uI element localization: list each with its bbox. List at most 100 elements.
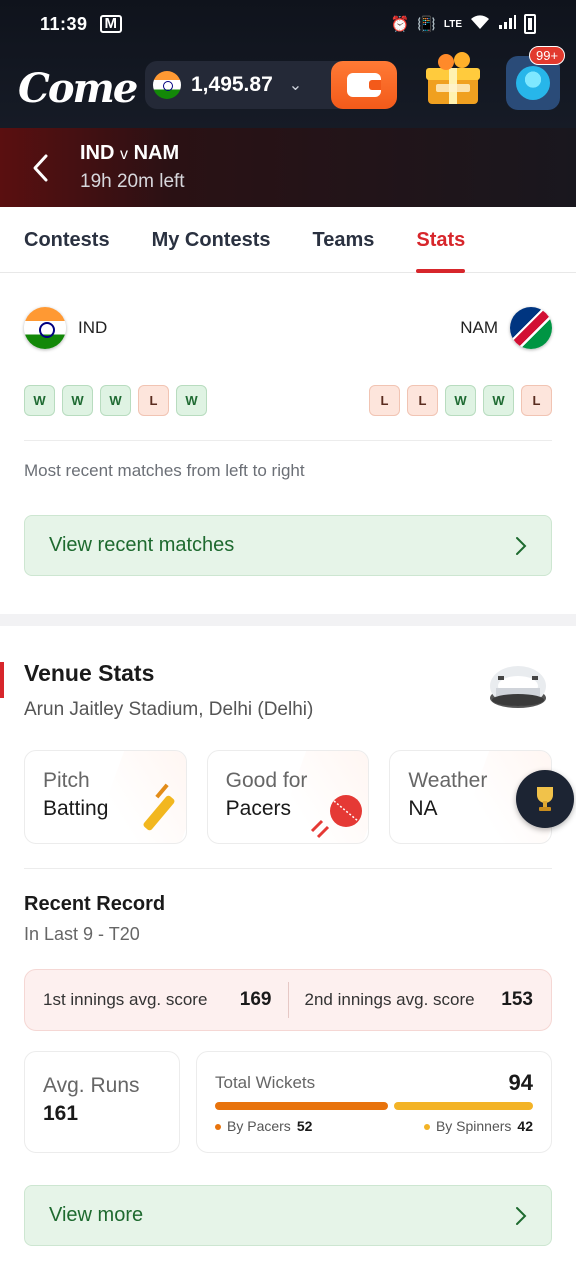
cricket-ball-icon — [311, 795, 363, 839]
wallet-icon — [347, 73, 381, 97]
venue-section: Venue Stats Arun Jaitley Stadium, Delhi … — [0, 626, 576, 1246]
tab-stats[interactable]: Stats — [416, 207, 465, 273]
team2-name: NAM — [460, 318, 498, 337]
namibia-flag-icon — [510, 307, 552, 349]
balance-selector[interactable]: 1,495.87 ⌄ — [145, 61, 397, 109]
wickets-total: 94 — [508, 1070, 533, 1095]
versus-label: v — [120, 146, 129, 163]
app-logo[interactable]: Come — [18, 65, 138, 112]
team2-code: NAM — [133, 142, 180, 164]
time-left: 19h 20m left — [80, 171, 185, 192]
teams-row: IND NAM — [24, 307, 552, 349]
team2-form: LLWWL — [369, 385, 552, 416]
team1-form: WWWLW — [24, 385, 207, 416]
form-result-pill: W — [176, 385, 207, 416]
notification-badge: 99+ — [529, 46, 566, 65]
chevron-right-icon — [516, 1206, 527, 1225]
recent-record-title: Recent Record — [24, 893, 166, 915]
form-result-pill: W — [483, 385, 514, 416]
view-recent-matches-label: View recent matches — [49, 534, 235, 556]
tab-bar: Contests My Contests Teams Stats — [0, 207, 576, 273]
avatar-icon — [516, 66, 550, 100]
india-flag-icon — [24, 307, 66, 349]
back-arrow-icon[interactable] — [0, 153, 80, 183]
venue-title: Venue Stats — [24, 660, 155, 686]
team1-code: IND — [80, 142, 115, 164]
form-result-pill: W — [62, 385, 93, 416]
first-innings-value: 169 — [239, 989, 272, 1010]
alarm-icon: ⏰ — [390, 16, 410, 33]
view-recent-matches-button[interactable]: View recent matches — [24, 515, 552, 576]
innings-avg-box: 1st innings avg. score 169 2nd innings a… — [24, 969, 552, 1031]
status-time: 11:39 — [40, 13, 88, 34]
vibrate-icon: 📳 — [417, 16, 436, 33]
india-flag-icon — [153, 71, 181, 99]
chevron-down-icon[interactable]: ⌄ — [289, 75, 302, 95]
form-result-pill: W — [100, 385, 131, 416]
spinners-value: 42 — [517, 1118, 533, 1134]
spinners-legend: By Spinners 42 — [423, 1118, 533, 1134]
form-result-pill: W — [445, 385, 476, 416]
wickets-label: Total Wickets — [215, 1073, 316, 1092]
wickets-bar — [215, 1102, 533, 1110]
avg-runs-value: 161 — [43, 1102, 79, 1125]
stadium-icon — [490, 666, 546, 708]
second-innings-label: 2nd innings avg. score — [304, 990, 475, 1009]
venue-name: Arun Jaitley Stadium, Delhi (Delhi) — [24, 699, 314, 720]
first-innings-label: 1st innings avg. score — [43, 990, 208, 1009]
second-innings-stat: 2nd innings avg. score 153 — [305, 989, 534, 1011]
recent-matches-note: Most recent matches from left to right — [24, 461, 305, 480]
spinners-bar — [393, 1102, 533, 1110]
view-more-label: View more — [49, 1204, 144, 1226]
venue-cards: Pitch Batting Good for Pacers Weather NA — [24, 750, 574, 844]
gift-chest-icon[interactable] — [422, 50, 484, 112]
spinners-label: By Spinners — [435, 1118, 512, 1134]
team1: IND — [24, 307, 107, 349]
balance-amount: 1,495.87 — [191, 73, 273, 96]
good-for-card: Good for Pacers — [206, 750, 370, 844]
match-title: IND v NAM — [80, 142, 185, 165]
tab-my-contests[interactable]: My Contests — [152, 207, 271, 273]
view-more-button[interactable]: View more — [24, 1185, 552, 1246]
wickets-legend: By Pacers 52 By Spinners 42 — [215, 1118, 533, 1134]
recent-record-subtitle: In Last 9 - T20 — [24, 924, 140, 944]
pacers-legend: By Pacers 52 — [215, 1118, 312, 1134]
status-bar: 11:39 M ⏰ 📳 LTE — [0, 0, 576, 48]
wickets-card: Total Wickets 94 By Pacers 52 By Spinners… — [196, 1051, 552, 1153]
weather-value: NA — [408, 797, 438, 820]
wifi-icon — [470, 14, 490, 34]
first-innings-stat: 1st innings avg. score 169 — [43, 989, 272, 1011]
form-result-pill: L — [407, 385, 438, 416]
runs-wickets-row: Avg. Runs 161 Total Wickets 94 By Pacers… — [24, 1051, 552, 1153]
team-form-section: IND NAM WWWLW LLWWL Most recent matches … — [0, 273, 576, 614]
form-result-pill: L — [521, 385, 552, 416]
app-header: Come 1,495.87 ⌄ 99+ — [0, 46, 576, 128]
status-icons: ⏰ 📳 LTE — [390, 14, 536, 34]
wickets-header: Total Wickets 94 — [215, 1070, 533, 1096]
signal-icon — [498, 14, 516, 34]
gmail-icon: M — [99, 15, 123, 33]
chevron-right-icon — [516, 536, 527, 555]
second-innings-value: 153 — [501, 989, 533, 1010]
form-result-pill: W — [24, 385, 55, 416]
team2: NAM — [460, 307, 552, 349]
team1-name: IND — [78, 318, 108, 337]
divider — [287, 982, 289, 1018]
cricket-bat-icon — [143, 783, 175, 831]
trophy-icon[interactable] — [516, 770, 574, 828]
battery-icon — [524, 14, 536, 34]
avg-runs-label: Avg. Runs — [43, 1074, 140, 1097]
app-top: 11:39 M ⏰ 📳 LTE Come 1,495.87 ⌄ 99+ — [0, 0, 576, 128]
tab-teams[interactable]: Teams — [312, 207, 374, 273]
avg-runs-card: Avg. Runs 161 — [24, 1051, 180, 1153]
form-result-pill: L — [369, 385, 400, 416]
pacers-bar — [215, 1102, 388, 1110]
match-info: IND v NAM 19h 20m left — [80, 142, 185, 193]
tab-contests[interactable]: Contests — [24, 207, 110, 273]
weather-label: Weather — [408, 769, 488, 792]
wallet-button[interactable] — [331, 61, 397, 109]
pacers-value: 52 — [296, 1118, 313, 1134]
form-result-pill: L — [138, 385, 169, 416]
divider — [24, 440, 552, 441]
match-bar: IND v NAM 19h 20m left — [0, 128, 576, 207]
